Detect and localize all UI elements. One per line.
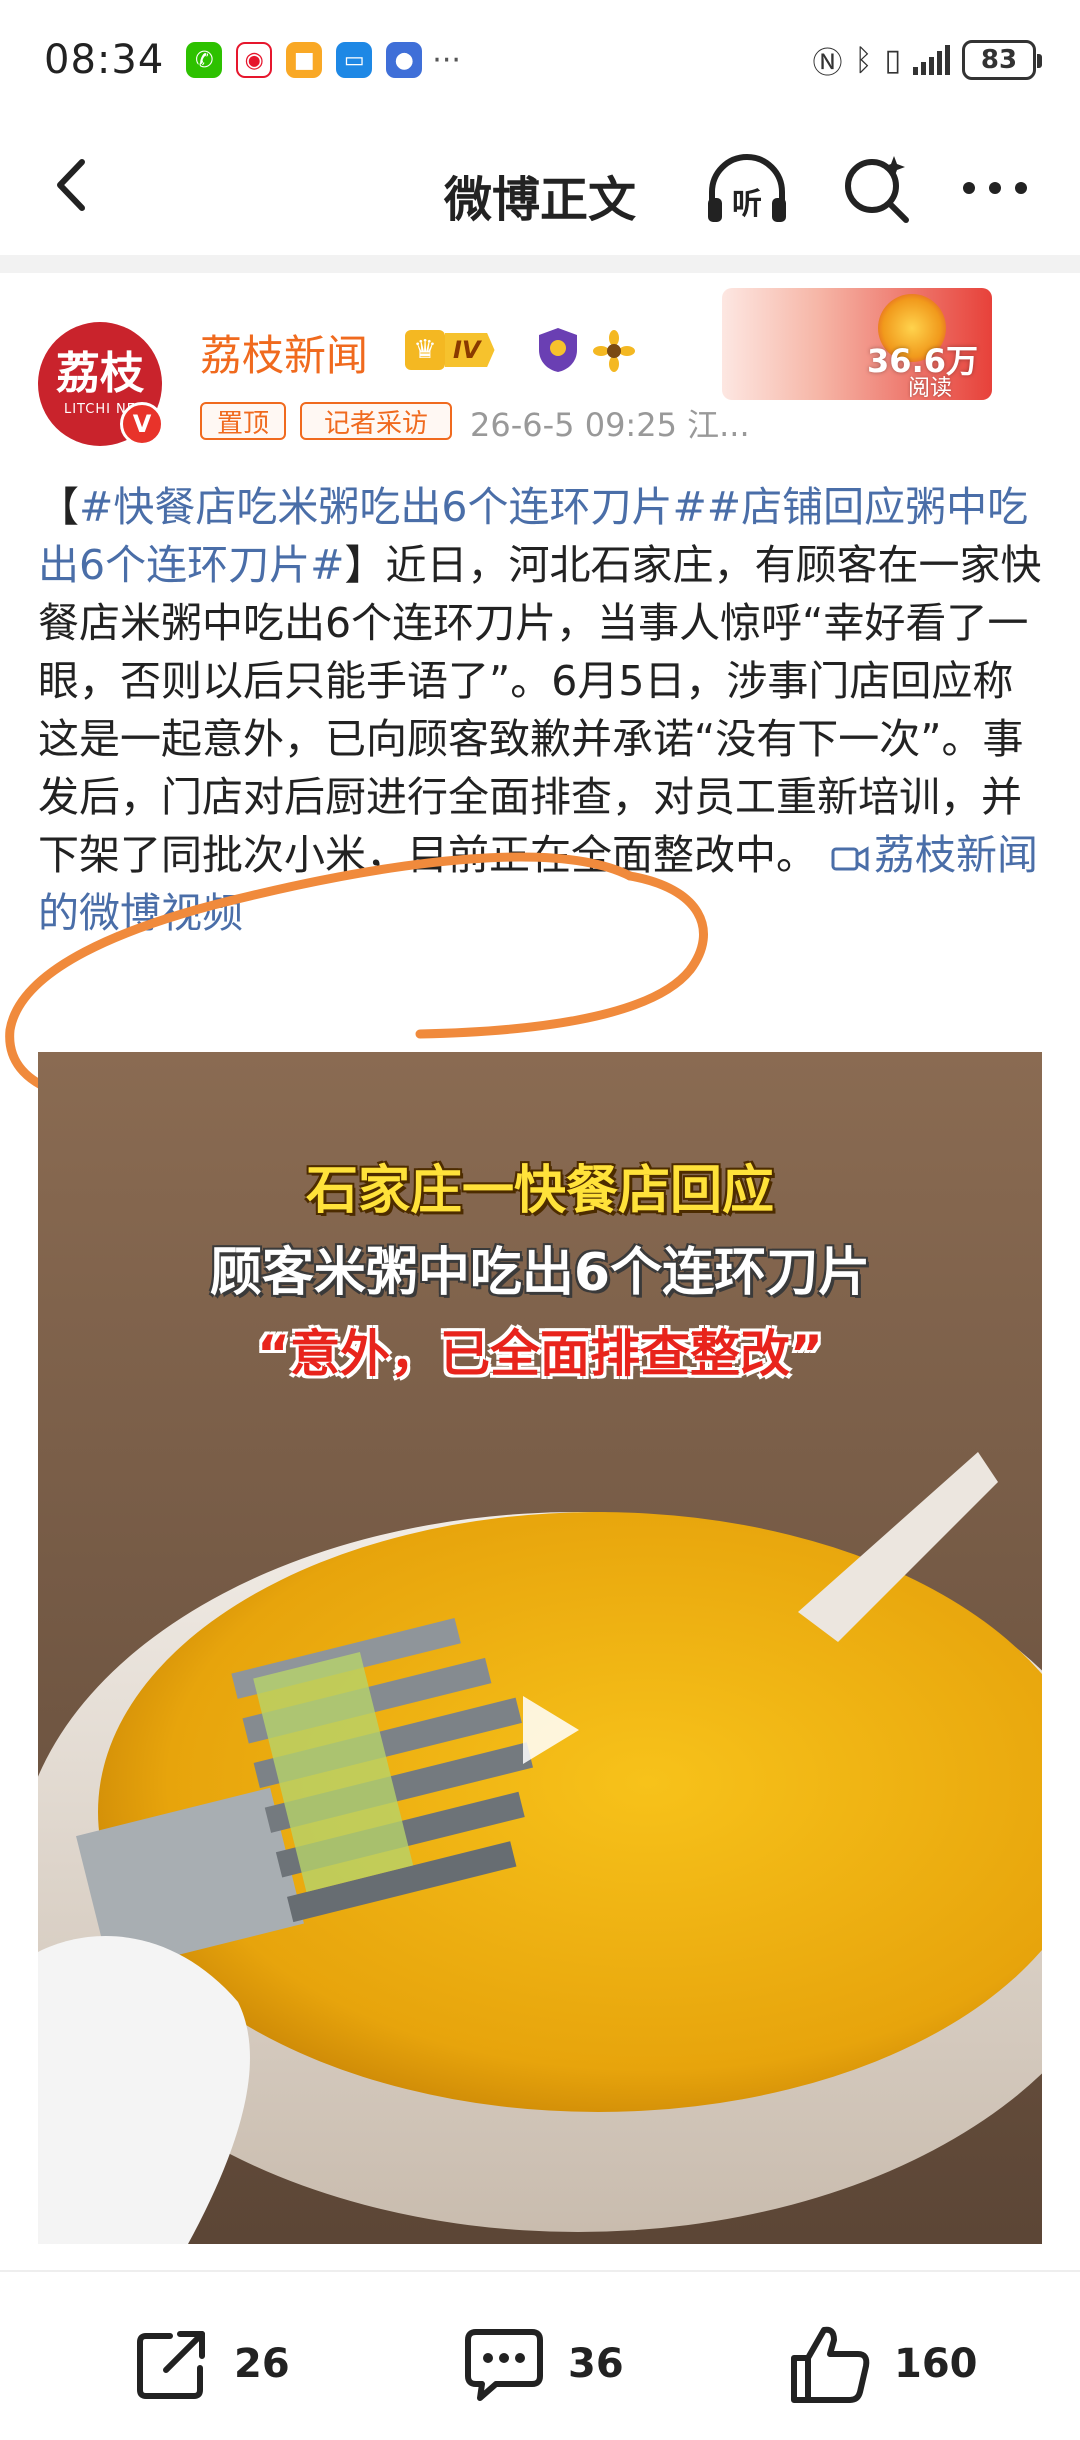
post-text-open: 【 <box>38 483 79 531</box>
thumbs-up-icon <box>791 2326 870 2403</box>
author-name[interactable]: 荔枝新闻 <box>200 322 368 383</box>
read-label: 阅读 <box>907 376 952 400</box>
action-bar: 26 36 160 <box>0 2270 1080 2440</box>
signal-icon <box>913 45 950 75</box>
video-caption-line-1: 石家庄一快餐店回应 <box>305 1161 774 1221</box>
bluetooth-icon: ᛒ <box>854 42 873 78</box>
pinned-tag: 置顶 <box>200 402 286 440</box>
reporter-interview-tag[interactable]: 记者采访 <box>300 402 452 440</box>
comment-button[interactable]: 36 <box>462 2324 624 2404</box>
video-player[interactable]: 石家庄一快餐店回应 顾客米粥中吃出6个连环刀片 “意外，已全面排查整改” <box>38 1052 1042 2244</box>
video-caption-line-3: “意外，已全面排查整改” <box>257 1325 823 1383</box>
vibrate-icon: ▯ <box>884 42 901 78</box>
level-text: IV <box>445 333 495 367</box>
listen-label: 听 <box>732 187 762 222</box>
status-bar: 08:34 ✆ ◉ ■ ▭ ● ··· Ⓝ ᛒ ▯ 83 <box>0 0 1080 120</box>
nav-bar: 微博正文 听 <box>0 120 1080 255</box>
shield-badge-icon[interactable] <box>535 326 581 374</box>
comment-icon <box>465 2329 543 2401</box>
post-text: 【#快餐店吃米粥吃出6个连环刀片##店铺回应粥中吃出6个连环刀片#】近日，河北石… <box>38 478 1048 942</box>
avatar-text: 荔枝 <box>56 347 144 399</box>
video-camera-icon <box>831 846 869 872</box>
status-app-icons: ✆ ◉ ■ ▭ ● <box>186 42 423 78</box>
wechat-icon: ✆ <box>186 42 223 78</box>
read-count-banner[interactable]: 36.6万 阅读 <box>722 288 992 400</box>
listen-headphone-icon[interactable]: 听 <box>702 150 792 230</box>
comment-count: 36 <box>568 2341 624 2387</box>
search-icon[interactable] <box>838 150 914 226</box>
app-blue-icon: ● <box>386 42 423 78</box>
battery-indicator: 83 <box>962 40 1042 80</box>
more-options-icon[interactable] <box>955 158 1035 218</box>
level-badge[interactable]: ♛ IV <box>405 330 495 370</box>
nfc-icon: Ⓝ <box>812 46 843 81</box>
forward-count: 26 <box>234 2341 290 2387</box>
app-orange-icon: ■ <box>286 42 323 78</box>
play-icon[interactable] <box>503 1688 587 1772</box>
crown-icon: ♛ <box>405 330 445 370</box>
verified-badge-icon: V <box>120 402 164 446</box>
status-more-icon: ··· <box>432 42 461 78</box>
post-meta: 26-6-5 09:25 江... <box>470 406 750 444</box>
message-icon: ▭ <box>336 42 373 78</box>
forward-button[interactable]: 26 <box>132 2324 290 2404</box>
topic-link-1[interactable]: #快餐店吃米粥吃出6个连环刀片# <box>79 483 707 531</box>
share-icon <box>137 2331 205 2399</box>
status-time: 08:34 <box>44 37 165 83</box>
weibo-icon: ◉ <box>236 42 273 78</box>
sunflower-badge-icon[interactable] <box>593 330 635 372</box>
page-title: 微博正文 <box>443 172 636 228</box>
like-button[interactable]: 160 <box>788 2324 978 2404</box>
status-system-icons: Ⓝ ᛒ ▯ 83 <box>812 38 1042 82</box>
like-count: 160 <box>894 2341 978 2387</box>
post-body: 】近日，河北石家庄，有顾客在一家快餐店米粥中吃出6个连环刀片，当事人惊呼“幸好看… <box>38 541 1042 879</box>
video-caption-line-2: 顾客米粥中吃出6个连环刀片 <box>209 1243 871 1303</box>
section-divider <box>0 255 1080 273</box>
